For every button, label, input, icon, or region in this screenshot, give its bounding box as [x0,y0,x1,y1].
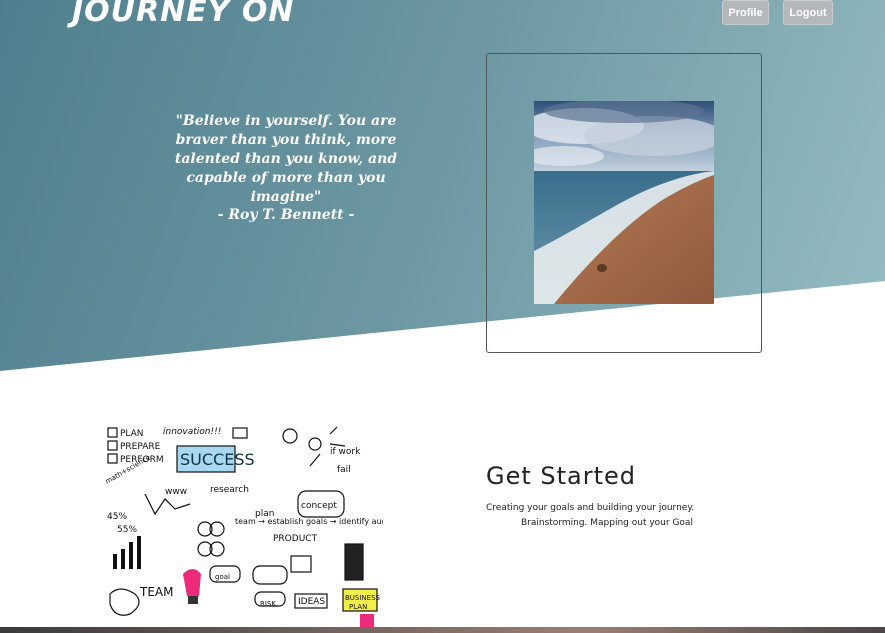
svg-text:goal: goal [215,573,230,581]
svg-text:PRODUCT: PRODUCT [273,534,318,544]
bottom-edge [0,627,885,633]
svg-text:TEAM: TEAM [139,585,173,599]
get-started-title: Get Started [486,462,637,490]
profile-button[interactable]: Profile [722,0,769,25]
svg-text:PREPARE: PREPARE [120,442,161,452]
svg-text:concept: concept [301,501,337,511]
svg-text:45%: 45% [107,512,127,522]
get-started-description: Creating your goals and building your jo… [486,503,695,513]
brand-logo[interactable]: JOURNEY ON [72,0,295,29]
svg-text:www: www [165,487,187,497]
svg-text:SUCCESS: SUCCESS [180,450,255,469]
svg-text:BUSINESS: BUSINESS [345,594,381,602]
beach-photo [534,101,714,304]
hero-quote: "Believe in yourself. You are braver tha… [174,113,398,205]
svg-text:research: research [210,485,249,495]
logout-button[interactable]: Logout [783,0,833,25]
svg-text:fail: fail [337,465,351,475]
svg-text:RISK: RISK [260,600,276,608]
success-doodle-illustration: PLAN PREPARE PERFORM innovation!!! SUCCE… [105,424,383,633]
svg-text:PLAN: PLAN [349,603,367,611]
svg-text:PLAN: PLAN [120,429,144,439]
svg-text:team → establish goals → ident: team → establish goals → identify audien… [235,517,383,526]
svg-text:if work: if work [330,447,361,457]
svg-text:innovation!!!: innovation!!! [163,427,221,437]
quote-author: - Roy T. Bennett - [217,207,355,223]
svg-text:IDEAS: IDEAS [298,597,325,607]
get-started-subtext: Brainstorming. Mapping out your Goal [521,518,693,528]
svg-text:55%: 55% [117,525,137,535]
